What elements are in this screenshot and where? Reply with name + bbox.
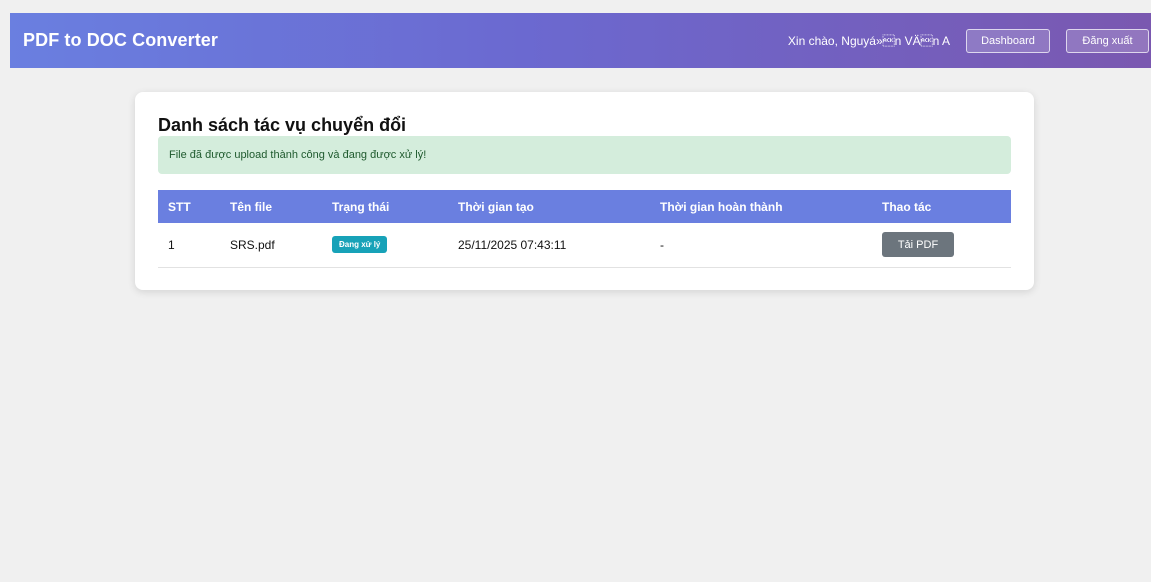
page-title: Danh sách tác vụ chuyển đổi [158, 115, 407, 135]
cell-status: Đang xử lý [322, 223, 448, 268]
nav-right: Xin chào, Nguyá»n VÄn A Dashboard Đăng… [788, 13, 1151, 68]
tasks-table: STT Tên file Trạng thái Thời gian tạo Th… [158, 190, 1011, 268]
app-window: PDF to DOC Converter Xin chào, Nguyá»n … [10, 13, 1151, 582]
logout-button[interactable]: Đăng xuất [1066, 28, 1149, 53]
app-brand[interactable]: PDF to DOC Converter [23, 30, 218, 51]
column-header-stt: STT [158, 190, 220, 223]
success-alert: File đã được upload thành công và đang đ… [158, 136, 1011, 174]
cell-stt: 1 [158, 223, 220, 268]
column-header-completed: Thời gian hoàn thành [650, 190, 872, 223]
tasks-card: Danh sách tác vụ chuyển đổi File đã được… [135, 92, 1034, 290]
cell-filename: SRS.pdf [220, 223, 322, 268]
column-header-filename: Tên file [220, 190, 322, 223]
top-navbar: PDF to DOC Converter Xin chào, Nguyá»n … [10, 13, 1151, 68]
cell-completed: - [650, 223, 872, 268]
success-alert-text: File đã được upload thành công và đang đ… [169, 149, 427, 161]
dashboard-button[interactable]: Dashboard [966, 28, 1050, 53]
column-header-created: Thời gian tạo [448, 190, 650, 223]
table-row: 1 SRS.pdf Đang xử lý 25/11/2025 07:43:11… [158, 223, 1011, 268]
column-header-actions: Thao tác [872, 190, 1011, 223]
table-header-row: STT Tên file Trạng thái Thời gian tạo Th… [158, 190, 1011, 223]
download-pdf-button[interactable]: Tải PDF [882, 232, 954, 258]
status-badge: Đang xử lý [332, 236, 388, 254]
user-greeting: Xin chào, Nguyá»n VÄn A [787, 33, 950, 48]
cell-created: 25/11/2025 07:43:11 [448, 223, 650, 268]
cell-actions: Tải PDF [872, 223, 1011, 268]
column-header-status: Trạng thái [322, 190, 448, 223]
